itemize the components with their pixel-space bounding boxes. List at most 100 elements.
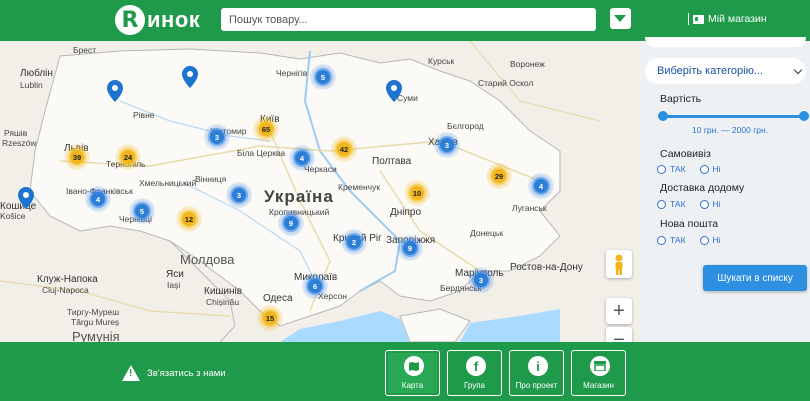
nav-map-button[interactable]: Карта [385, 350, 440, 396]
map-cluster[interactable]: 39 [64, 144, 90, 170]
city-label: Тиргу-Муреш [67, 307, 120, 317]
radio-button[interactable] [657, 235, 666, 245]
city-label: Бєлгород [447, 121, 484, 131]
city-label: Донецьк [470, 228, 504, 238]
price-range-text: 10 грн. — 2000 грн. [692, 125, 769, 135]
city-label: Хмельницький [139, 178, 197, 188]
city-label: Chișinău [206, 297, 240, 307]
radio-button[interactable] [699, 164, 709, 174]
map-pin[interactable] [182, 66, 198, 88]
map-cluster[interactable]: 4 [85, 186, 111, 212]
price-slider-min-handle[interactable] [658, 111, 668, 121]
map-cluster[interactable]: 5 [129, 198, 155, 224]
logo[interactable]: R инок [115, 5, 200, 35]
city-label: Клуж-Напока [37, 274, 98, 285]
contact-label: Зв'язатись з нами [147, 367, 226, 379]
nav-shop-label: Магазин [583, 381, 614, 390]
radio-button[interactable] [699, 235, 709, 245]
radio-button[interactable] [699, 199, 709, 209]
map-cluster[interactable]: 6 [302, 273, 328, 299]
price-slider-track[interactable] [663, 115, 803, 118]
category-select[interactable]: Виберіть категорію... [645, 58, 806, 84]
city-label: Яси [166, 269, 184, 280]
map-cluster[interactable]: 3 [226, 182, 252, 208]
radio-button[interactable] [657, 199, 666, 209]
filter-sidebar: Виберіть категорію... Вартість 10 грн. —… [640, 37, 810, 342]
warning-icon [122, 365, 140, 381]
delivery-yes-option[interactable]: ТАК [657, 199, 686, 209]
map-pin[interactable] [386, 80, 402, 102]
price-slider-max-handle[interactable] [799, 111, 809, 121]
nova-poshta-no-option[interactable]: Ні [699, 235, 721, 245]
search-dropdown-button[interactable] [610, 8, 631, 29]
map-view[interactable]: Україна Молдова Румунія Київ Полтава Дні… [0, 41, 640, 342]
my-shop-link[interactable]: Мій магазин [688, 13, 767, 25]
search-list-button[interactable]: Шукати в списку [703, 265, 807, 291]
city-label: Košice [0, 211, 26, 221]
filter-label-nova-poshta: Нова пошта [660, 218, 719, 230]
map-cluster[interactable]: 2 [341, 229, 367, 255]
city-label: Кременчук [338, 182, 381, 192]
city-label: Вінниця [195, 174, 227, 184]
city-label: Полтава [372, 156, 412, 167]
nav-shop-button[interactable]: Магазин [571, 350, 626, 396]
logo-badge: R [115, 5, 145, 35]
divider [688, 13, 689, 25]
city-label: Cluj-Napoca [42, 285, 89, 295]
filter-label-pickup: Самовивіз [660, 148, 711, 160]
nav-map-label: Карта [401, 381, 424, 390]
map-cluster[interactable]: 42 [331, 136, 357, 162]
map-cluster[interactable]: 3 [204, 124, 230, 150]
map-cluster[interactable]: 9 [278, 210, 304, 236]
footer-bar: Зв'язатись з нами Карта f Група i Про пр… [0, 342, 810, 401]
map-cluster[interactable]: 4 [528, 173, 554, 199]
zoom-in-button[interactable]: + [606, 298, 632, 324]
map-cluster[interactable]: 24 [115, 144, 141, 170]
map-cluster[interactable]: 12 [176, 206, 202, 232]
city-label: Старий Оскол [478, 78, 534, 88]
city-label: Târgu Mureș [71, 317, 120, 327]
hidden-select-edge [645, 37, 806, 47]
city-label: Ряшів [4, 128, 28, 138]
nova-poshta-yes-option[interactable]: ТАК [657, 235, 686, 245]
map-cluster[interactable]: 4 [289, 145, 315, 171]
map-cluster[interactable]: 5 [310, 64, 336, 90]
zoom-out-button[interactable]: − [606, 327, 632, 342]
country-label: Україна [264, 187, 334, 206]
contact-link[interactable]: Зв'язатись з нами [122, 365, 226, 381]
shop-icon [590, 356, 610, 376]
search-input[interactable] [221, 8, 596, 31]
nav-about-label: Про проект [515, 381, 558, 390]
pickup-options: ТАК Ні [657, 164, 735, 174]
logo-text: инок [147, 7, 201, 32]
city-label: Lublin [20, 80, 43, 90]
radio-button[interactable] [657, 164, 666, 174]
map-cluster[interactable]: 9 [397, 235, 423, 261]
map-cluster[interactable]: 3 [434, 132, 460, 158]
map-cluster[interactable]: 29 [486, 163, 512, 189]
facebook-icon: f [466, 356, 486, 376]
chevron-down-icon [793, 65, 803, 75]
map-cluster[interactable]: 3 [468, 267, 494, 293]
city-label: Рівне [133, 110, 155, 120]
category-select-label: Виберіть категорію... [657, 65, 763, 77]
city-label: Воронеж [510, 59, 545, 69]
city-label: Біла Церква [237, 148, 286, 158]
map-pin[interactable] [18, 187, 34, 209]
city-label: Луганськ [512, 203, 547, 213]
pickup-yes-option[interactable]: ТАК [657, 164, 686, 174]
street-view-pegman[interactable] [606, 250, 632, 278]
map-cluster[interactable]: 15 [257, 305, 283, 331]
nav-group-button[interactable]: f Група [447, 350, 502, 396]
id-card-icon [693, 14, 704, 24]
city-label: Одеса [263, 293, 293, 304]
map-pin[interactable] [107, 80, 123, 102]
map-cluster[interactable]: 10 [404, 180, 430, 206]
city-label: Ростов-на-Дону [510, 262, 583, 273]
pickup-no-option[interactable]: Ні [699, 164, 721, 174]
nav-about-button[interactable]: i Про проект [509, 350, 564, 396]
city-label: Кишинів [204, 286, 243, 297]
pegman-icon [615, 254, 623, 275]
map-cluster[interactable]: 65 [253, 116, 279, 142]
delivery-no-option[interactable]: Ні [699, 199, 721, 209]
